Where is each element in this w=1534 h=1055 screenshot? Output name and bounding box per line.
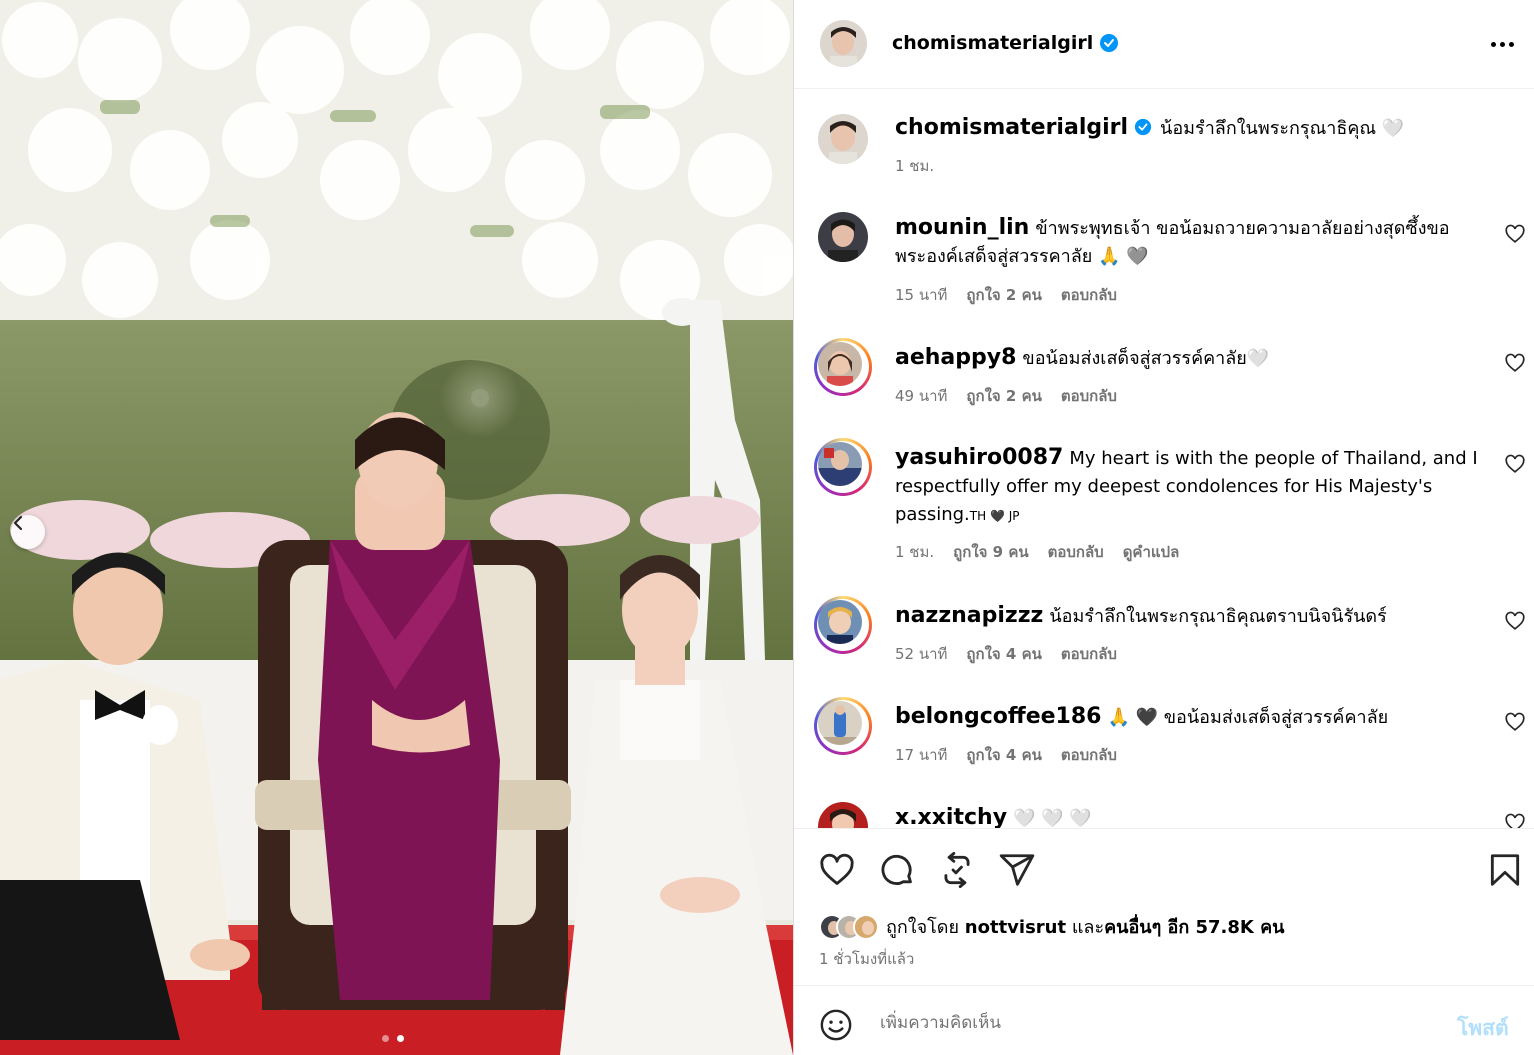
story-ring[interactable]	[814, 438, 872, 496]
comment-time: 17 นาที	[895, 746, 948, 764]
post-header: chomismaterialgirl	[794, 0, 1534, 89]
post-time-ago[interactable]: 1 ชั่วโมงที่แล้ว	[819, 947, 914, 971]
comment-time: 1 ชม.	[895, 543, 935, 561]
post-comment-button[interactable]: โพสต์	[1457, 1012, 1509, 1045]
carousel-dot	[382, 1035, 389, 1042]
verified-badge-icon	[1134, 118, 1152, 136]
avatar[interactable]	[818, 442, 862, 486]
liked-by-user[interactable]: nottvisrut	[965, 917, 1066, 938]
avatar[interactable]	[818, 212, 868, 262]
more-options-button[interactable]	[1491, 34, 1517, 54]
comment-text: 🙏 🖤 ขอน้อมส่งเสด็จสู่สวรรค์คาลัย	[1107, 707, 1389, 728]
story-ring[interactable]	[814, 338, 872, 396]
comment-time: 52 นาที	[895, 645, 948, 663]
add-comment-bar: โพสต์	[794, 985, 1534, 1055]
likes-and: และ	[1071, 917, 1105, 938]
chevron-left-icon	[13, 515, 23, 531]
emoji-icon[interactable]	[819, 1008, 853, 1042]
post-photo[interactable]	[0, 0, 793, 1055]
carousel-indicator	[382, 1035, 404, 1042]
comment-likes[interactable]: ถูกใจ 9 คน	[953, 540, 1028, 564]
comment-username[interactable]: belongcoffee186	[895, 704, 1101, 729]
comment-likes[interactable]: ถูกใจ 4 คน	[966, 642, 1041, 666]
repost-icon[interactable]	[938, 851, 976, 889]
avatar[interactable]	[853, 913, 879, 940]
avatar[interactable]	[818, 342, 862, 386]
likes-text: ถูกใจโดย nottvisrut และคนอื่นๆ อีก 57.8K…	[886, 912, 1284, 941]
avatar[interactable]	[818, 802, 868, 828]
heart-icon[interactable]	[1504, 711, 1526, 733]
see-translation-button[interactable]: ดูคำแปล	[1123, 540, 1180, 564]
post-author[interactable]: chomismaterialgirl	[892, 32, 1119, 54]
comment-input[interactable]	[880, 1008, 1440, 1038]
share-send-icon[interactable]	[998, 851, 1036, 889]
post-actions: ถูกใจโดย nottvisrut และคนอื่นๆ อีก 57.8K…	[794, 828, 1534, 985]
verified-badge-icon	[1100, 34, 1119, 52]
story-ring[interactable]	[814, 596, 872, 654]
liked-by-others[interactable]: คนอื่นๆ อีก 57.8K คน	[1104, 917, 1284, 938]
comment-time: 49 นาที	[895, 387, 948, 405]
comment-list[interactable]: chomismaterialgirl น้อมรำลึกในพระกรุณาธิค…	[794, 90, 1534, 828]
heart-icon[interactable]	[1504, 610, 1526, 632]
reply-button[interactable]: ตอบกลับ	[1061, 283, 1117, 307]
comment-text: 🤍 🤍 🤍	[1013, 808, 1092, 828]
comment-likes[interactable]: ถูกใจ 2 คน	[966, 384, 1041, 408]
heart-icon[interactable]	[1504, 812, 1526, 828]
reply-button[interactable]: ตอบกลับ	[1061, 743, 1117, 767]
heart-icon[interactable]	[1504, 453, 1526, 475]
carousel-dot-active	[397, 1035, 404, 1042]
comment-time: 15 นาที	[895, 286, 948, 304]
comment-username[interactable]: yasuhiro0087	[895, 445, 1063, 470]
avatar[interactable]	[818, 600, 862, 644]
comment-text: น้อมรำลึกในพระกรุณาธิคุณตราบนิจนิรันดร์	[1049, 606, 1387, 627]
story-ring[interactable]	[814, 697, 872, 755]
avatar[interactable]	[818, 701, 862, 745]
caption-text: น้อมรำลึกในพระกรุณาธิคุณ 🤍	[1160, 118, 1405, 139]
caption-username[interactable]: chomismaterialgirl	[895, 115, 1128, 140]
comment-username[interactable]: nazznapizzz	[895, 603, 1043, 628]
carousel-prev-button[interactable]	[11, 515, 45, 549]
post-author-username[interactable]: chomismaterialgirl	[892, 32, 1093, 54]
heart-icon[interactable]	[1504, 223, 1526, 245]
photo-image	[0, 0, 793, 1055]
comment-bubble-icon[interactable]	[878, 851, 916, 889]
bookmark-save-icon[interactable]	[1486, 851, 1524, 889]
caption-time: 1 ชม.	[895, 157, 935, 175]
comment-username[interactable]: mounin_lin	[895, 215, 1029, 240]
post-sidebar: chomismaterialgirl chomismaterialgirl น้อ…	[793, 0, 1534, 1055]
heart-icon[interactable]	[1504, 352, 1526, 374]
reply-button[interactable]: ตอบกลับ	[1061, 384, 1117, 408]
likes-summary: ถูกใจโดย nottvisrut และคนอื่นๆ อีก 57.8K…	[819, 912, 1284, 941]
avatar[interactable]	[818, 114, 868, 164]
comment-text: ขอน้อมส่งเสด็จสู่สวรรค์คาลัย🤍	[1022, 348, 1270, 369]
avatar[interactable]	[820, 20, 867, 67]
reply-button[interactable]: ตอบกลับ	[1061, 642, 1117, 666]
reply-button[interactable]: ตอบกลับ	[1048, 540, 1104, 564]
comment-likes[interactable]: ถูกใจ 2 คน	[966, 283, 1041, 307]
comment-username[interactable]: x.xxitchy	[895, 805, 1007, 828]
likes-prefix: ถูกใจโดย	[886, 917, 960, 938]
like-heart-icon[interactable]	[818, 851, 856, 889]
comment-username[interactable]: aehappy8	[895, 345, 1016, 370]
comment-likes[interactable]: ถูกใจ 4 คน	[966, 743, 1041, 767]
comment-flags: TH 🖤 JP	[969, 509, 1020, 523]
